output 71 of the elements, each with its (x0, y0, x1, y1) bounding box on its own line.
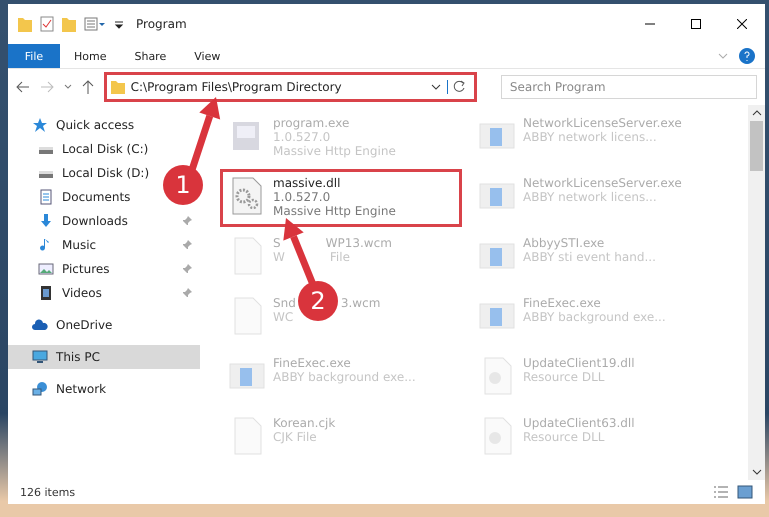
film-icon (38, 285, 54, 301)
ribbon-tab[interactable]: Share (120, 44, 180, 68)
file-detail: Massive Http Engine (273, 204, 396, 218)
sidebar-item[interactable]: Music (8, 233, 200, 257)
pictures-icon (38, 261, 54, 277)
file-name: massive.dll (273, 176, 340, 190)
tiles-view-icon[interactable] (737, 485, 753, 499)
file-name: FineExec.exe (273, 356, 351, 370)
properties-icon[interactable] (84, 16, 106, 32)
file-detail: CJK File (273, 430, 317, 444)
file-detail: W (273, 250, 285, 264)
ribbon-tab[interactable]: Home (60, 44, 120, 68)
sidebar-item[interactable]: Documents (8, 185, 138, 209)
file-name: Snd (273, 296, 296, 310)
sidebar-item[interactable]: This PC (8, 345, 200, 369)
file-detail: 1.0.527.0 (273, 130, 330, 144)
file-name: NetworkLicenseServer.exe (523, 176, 682, 190)
file-menu-button[interactable]: File (8, 44, 60, 68)
sidebar-item[interactable]: Local Disk (D:) (8, 161, 158, 185)
file-name: AbbyySTI.exe (523, 236, 604, 250)
network-icon (32, 381, 48, 397)
star-icon (32, 117, 48, 133)
scroll-down-icon (752, 468, 762, 476)
document-icon (38, 189, 54, 205)
sidebar-item[interactable]: Local Disk (C:) (8, 137, 156, 161)
cloud-icon (32, 317, 48, 333)
sidebar-item[interactable]: Quick access (8, 113, 142, 137)
scroll-up-icon (752, 109, 762, 117)
file-name: 3.wcm (340, 296, 380, 310)
back-icon[interactable] (16, 81, 30, 93)
file-name: UpdateClient19.dll (523, 356, 635, 370)
item-count: 126 items (20, 486, 76, 498)
file-detail: ABBY network licens... (523, 130, 657, 144)
ribbon-tab[interactable]: View (180, 44, 234, 68)
file-name: Korean.cjk (273, 416, 336, 430)
file-detail: File (330, 250, 350, 264)
file-detail: ABBY sti event hand... (523, 250, 656, 264)
sidebar-item[interactable]: Videos (8, 281, 200, 305)
download-icon (38, 213, 54, 229)
file-name: WP13.wcm (326, 236, 392, 250)
sidebar-item[interactable]: Downloads (8, 209, 200, 233)
file-detail: Massive Http Engine (273, 144, 396, 158)
file-name: program.exe (273, 116, 350, 130)
file-detail: Resource DLL (523, 370, 604, 384)
scrollbar[interactable] (748, 105, 765, 480)
file-detail: WC (273, 310, 294, 324)
file-detail: ABBY background exe... (273, 370, 416, 384)
window-title: Program (136, 17, 187, 31)
file-name: FineExec.exe (523, 296, 601, 310)
address-bar[interactable]: C:\Program Files\Program Directory (104, 72, 477, 102)
checklist-icon[interactable] (40, 16, 54, 32)
file-detail: ABBY network licens... (523, 190, 657, 204)
file-name: S (273, 236, 281, 250)
file-detail: ABBY background exe... (523, 310, 666, 324)
sidebar-item[interactable]: Pictures (8, 257, 200, 281)
computer-icon (32, 349, 48, 365)
file-detail: 1.0.527.0 (273, 190, 330, 204)
details-view-icon[interactable] (713, 485, 729, 499)
dropdown-icon[interactable] (430, 82, 441, 92)
maximize-icon (691, 19, 701, 29)
scroll-thumb[interactable] (750, 121, 763, 171)
folder-icon (110, 80, 125, 94)
file-detail: Resource DLL (523, 430, 604, 444)
search-field[interactable]: Search Program (500, 75, 757, 99)
close-icon (737, 19, 747, 29)
help-icon[interactable] (739, 48, 755, 64)
sidebar-item[interactable]: OneDrive (8, 313, 120, 337)
sidebar-item[interactable]: Network (8, 377, 114, 401)
file-name: UpdateClient63.dll (523, 416, 635, 430)
file-name: NetworkLicenseServer.exe (523, 116, 682, 130)
up-icon[interactable] (82, 80, 94, 94)
